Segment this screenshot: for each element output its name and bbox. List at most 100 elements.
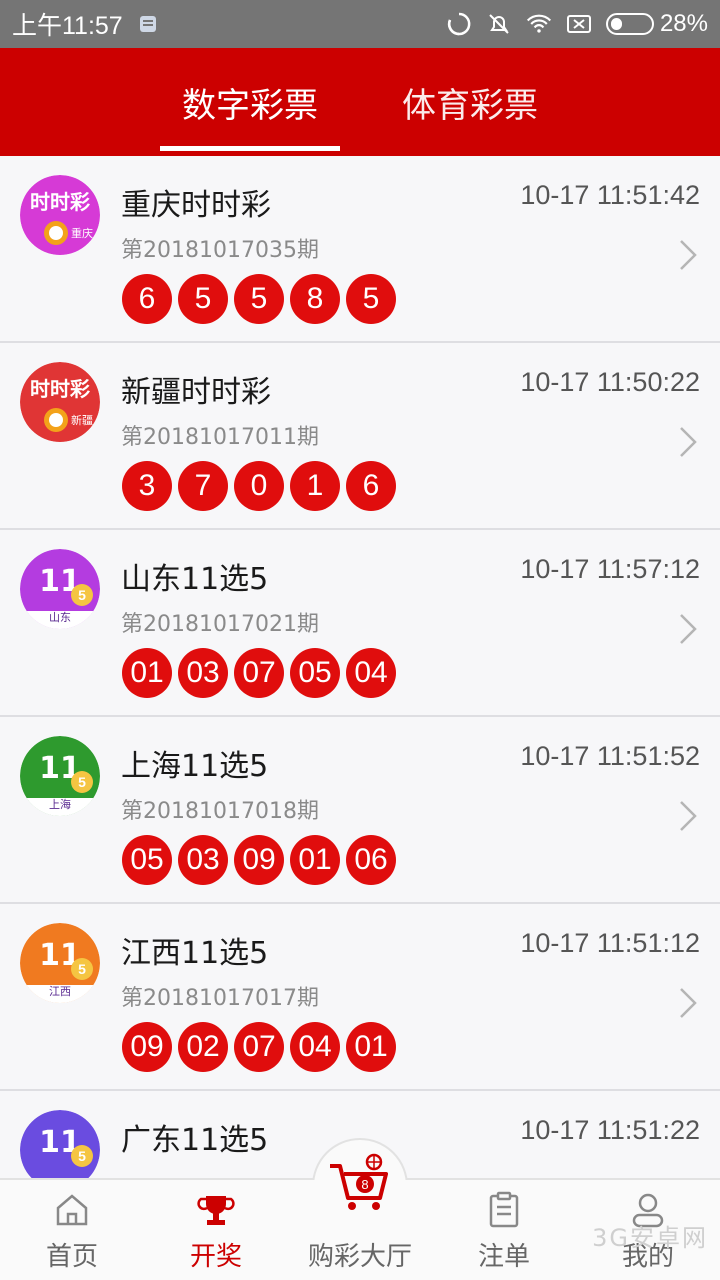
number-ball: 01 [122,648,172,698]
svg-text:5: 5 [78,1148,86,1164]
draw-time: 10-17 11:51:22 [520,1115,700,1145]
logo-region-text: 江西 [49,985,71,998]
number-ball: 07 [234,1022,284,1072]
number-ball: 03 [178,835,228,885]
status-time: 上午11:57 [12,12,123,40]
svg-text:5: 5 [78,587,86,603]
number-ball: 04 [346,648,396,698]
number-ball: 02 [178,1022,228,1072]
sync-icon [446,11,472,37]
lottery-row[interactable]: 11 5 江西 江西11选5 10-17 11:51:12 第20181017017期 09… [0,904,720,1091]
issue-number: 第20181017011期 [121,425,319,450]
chevron-right-icon [680,988,697,1018]
shopping-cart-icon[interactable]: 8 [328,1152,392,1216]
winning-numbers: 37016 [122,461,396,511]
number-ball: 01 [346,1022,396,1072]
header: 数字彩票 体育彩票 [0,48,720,156]
lottery-logo-icon: 11 5 山东 [20,549,100,629]
nav-home-label: 首页 [45,1242,98,1272]
number-ball: 09 [234,835,284,885]
battery-indicator: 28% [605,10,708,38]
number-ball: 04 [290,1022,340,1072]
lottery-logo-icon: 11 5 江西 [20,923,100,1003]
lottery-logo-icon: 时时彩新疆 [20,362,100,442]
battery-text: 28% [659,10,708,37]
nav-home[interactable]: 首页 [0,1180,144,1280]
tab-sports-lottery[interactable]: 体育彩票 [380,48,560,156]
wifi-icon [526,11,552,37]
number-ball: 5 [178,274,228,324]
nav-draw[interactable]: 开奖 [144,1180,288,1280]
chevron-right-icon [680,427,697,457]
number-ball: 7 [178,461,228,511]
lottery-name: 广东11选5 [121,1123,269,1158]
bottom-nav: 首页 开奖 8 购彩大厅 注单 我的 3G安卓网 [0,1138,720,1280]
nav-draw-label: 开奖 [189,1242,242,1272]
lottery-logo-icon: 时时彩重庆 [20,175,100,255]
tab-digital-lottery[interactable]: 数字彩票 [160,48,340,156]
number-ball: 6 [346,461,396,511]
number-ball: 5 [346,274,396,324]
logo-region-text: 上海 [49,797,71,811]
issue-number: 第20181017035期 [121,238,319,263]
lottery-row[interactable]: 11 5 上海 上海11选5 10-17 11:51:52 第20181017018期 05… [0,717,720,904]
lottery-name: 江西11选5 [121,936,269,971]
number-ball: 1 [290,461,340,511]
number-ball: 03 [178,648,228,698]
number-ball: 05 [290,648,340,698]
lottery-row[interactable]: 11 5 山东 山东11选5 10-17 11:57:12 第20181017021期 01… [0,530,720,717]
svg-text:8: 8 [361,1177,368,1192]
lottery-name: 山东11选5 [121,562,269,597]
issue-number: 第20181017021期 [121,612,319,637]
number-ball: 09 [122,1022,172,1072]
number-ball: 07 [234,648,284,698]
draw-time: 10-17 11:50:22 [520,367,700,397]
trophy-icon [197,1196,235,1225]
logo-text: 时时彩 [30,377,90,401]
status-bar: 上午11:57 28% [0,0,720,48]
lottery-list: 时时彩 重庆 重庆时时彩 10-17 11:51:42 第20181017035期 6 5 5… [0,156,720,1178]
chevron-right-icon [680,240,697,270]
no-sim-icon [566,11,592,37]
logo-region-text: 新疆 [71,413,93,427]
nav-lobby-label: 购彩大厅 [307,1242,412,1272]
issue-number: 第20181017017期 [121,986,319,1011]
watermark: 3G安卓网 [592,1224,708,1252]
lottery-logo-icon: 11 5 上海 [20,736,100,816]
logo-region-text: 重庆 [71,226,93,240]
number-ball: 05 [122,835,172,885]
draw-time: 10-17 11:51:12 [520,928,700,958]
number-ball: 3 [122,461,172,511]
winning-numbers: 05 03 09 01 06 [122,835,396,885]
active-tab-indicator [160,146,340,151]
number-ball: 6 [122,274,172,324]
clipboard-icon [489,1191,519,1228]
nav-bets-label: 注单 [477,1242,530,1272]
winning-numbers: 01 03 07 05 04 [122,648,396,698]
mute-bell-icon [486,11,512,37]
lottery-row[interactable]: 时时彩 重庆 重庆时时彩 10-17 11:51:42 第20181017035期 6 5 5… [0,156,720,343]
lottery-name: 新疆时时彩 [121,375,271,410]
draw-time: 10-17 11:51:42 [520,180,700,210]
nav-bets[interactable]: 注单 [432,1180,576,1280]
battery-icon [605,13,654,35]
lottery-tabs: 数字彩票 体育彩票 [0,48,720,156]
lottery-logo-icon: 11 5 [20,1110,100,1178]
lottery-name: 重庆时时彩 [121,188,271,223]
number-ball: 5 [234,274,284,324]
draw-time: 10-17 11:57:12 [520,554,700,584]
chevron-right-icon [680,614,697,644]
lottery-name: 上海11选5 [121,749,269,784]
number-ball: 8 [290,274,340,324]
home-icon [56,1194,88,1226]
logo-text: 时时彩 [30,190,90,214]
svg-text:5: 5 [78,961,86,977]
winning-numbers: 09 02 07 04 01 [122,1022,396,1072]
issue-number: 第20181017018期 [121,799,319,824]
draw-time: 10-17 11:51:52 [520,741,700,771]
logo-region-text: 山东 [49,611,71,624]
winning-numbers: 65585 [122,274,396,324]
lottery-row[interactable]: 时时彩 新疆 新疆时时彩 10-17 11:50:22 第20181017011期 3 7 0… [0,343,720,530]
chevron-right-icon [680,801,697,831]
number-ball: 06 [346,835,396,885]
